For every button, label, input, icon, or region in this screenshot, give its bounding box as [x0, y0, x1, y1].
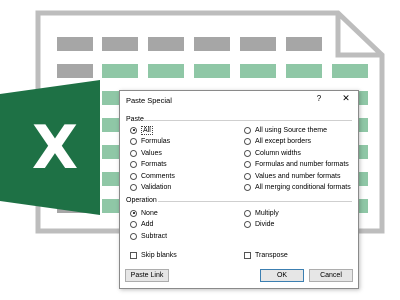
skip-blanks-box[interactable]: [130, 251, 137, 259]
paste-option-label: Comments: [141, 172, 175, 180]
help-button[interactable]: ?: [314, 94, 324, 103]
paste-option-label: All: [141, 125, 153, 135]
spreadsheet-cell: [57, 64, 93, 78]
radio-button[interactable]: [130, 161, 137, 168]
radio-button[interactable]: [244, 161, 251, 168]
spreadsheet-cell: [286, 64, 322, 78]
radio-button[interactable]: [130, 138, 137, 145]
paste-option[interactable]: Validation: [130, 183, 171, 193]
paste-option-label: All using Source theme: [255, 126, 327, 134]
operation-option-label: None: [141, 209, 158, 217]
operation-option-label: Subtract: [141, 232, 168, 240]
operation-option[interactable]: Divide: [244, 220, 274, 230]
ok-button[interactable]: OK: [260, 269, 304, 282]
skip-blanks-checkbox[interactable]: Skip blanks: [130, 250, 177, 260]
paste-option[interactable]: Formats: [130, 160, 167, 170]
radio-button[interactable]: [244, 149, 251, 157]
paste-special-dialog: Paste Special ? ✕ Paste All Formulas Value…: [119, 90, 359, 289]
paste-option-label: All merging conditional formats: [255, 184, 351, 191]
paste-option-label: Values and number formats: [255, 172, 341, 180]
paste-option-label: Column widths: [255, 149, 301, 157]
cancel-button[interactable]: Cancel: [309, 269, 353, 282]
operation-option-label: Add: [141, 221, 154, 228]
dialog-title: Paste Special: [126, 96, 172, 105]
paste-option-label: All except borders: [255, 138, 312, 145]
paste-option[interactable]: All except borders: [244, 137, 311, 147]
operation-option-label: Divide: [255, 221, 275, 228]
paste-option[interactable]: Values: [130, 148, 162, 158]
operation-option-label: Multiply: [255, 209, 279, 217]
spreadsheet-cell: [102, 64, 138, 78]
spreadsheet-cell: [194, 37, 230, 51]
paste-option[interactable]: Formulas and number formats: [244, 160, 349, 170]
radio-button[interactable]: [244, 126, 251, 134]
radio-button[interactable]: [130, 184, 137, 191]
spreadsheet-cell: [240, 64, 276, 78]
operation-option[interactable]: Subtract: [130, 231, 167, 241]
radio-button[interactable]: [130, 209, 137, 217]
paste-option-label: Formats: [141, 161, 167, 168]
paste-option[interactable]: Values and number formats: [244, 171, 340, 181]
operation-section-divider: [158, 201, 352, 202]
operation-option[interactable]: None: [130, 208, 158, 218]
radio-button[interactable]: [130, 221, 137, 228]
radio-button[interactable]: [130, 172, 137, 180]
operation-option[interactable]: Add: [130, 220, 153, 230]
operation-section-label: Operation: [126, 197, 157, 204]
radio-button[interactable]: [244, 221, 251, 228]
spreadsheet-cell: [57, 37, 93, 51]
spreadsheet-cell: [240, 37, 276, 51]
excel-logo: X: [0, 80, 100, 215]
paste-option[interactable]: Column widths: [244, 148, 301, 158]
spreadsheet-cell: [286, 37, 322, 51]
transpose-box[interactable]: [244, 251, 251, 259]
spreadsheet-cell: [102, 37, 138, 51]
excel-logo-letter: X: [31, 112, 79, 183]
radio-button[interactable]: [244, 209, 251, 217]
paste-link-button[interactable]: Paste Link: [125, 269, 169, 282]
paste-section-label: Paste: [126, 116, 144, 123]
paste-option-label: Validation: [141, 184, 172, 191]
spreadsheet-cell: [194, 64, 230, 78]
operation-option[interactable]: Multiply: [244, 208, 279, 218]
spreadsheet-cell: [148, 64, 184, 78]
paste-section-divider: [144, 120, 352, 121]
transpose-checkbox[interactable]: Transpose: [244, 250, 288, 260]
radio-button[interactable]: [244, 184, 251, 191]
transpose-label: Transpose: [255, 251, 288, 259]
paste-option[interactable]: All: [130, 125, 153, 135]
paste-option[interactable]: All using Source theme: [244, 125, 327, 135]
spreadsheet-cell: [332, 64, 368, 78]
paste-option[interactable]: Formulas: [130, 137, 170, 147]
radio-button[interactable]: [130, 126, 137, 134]
paste-option-label: Formulas: [141, 138, 171, 145]
paste-option-label: Values: [141, 149, 162, 157]
paste-option-label: Formulas and number formats: [255, 161, 349, 168]
paste-option[interactable]: All merging conditional formats: [244, 183, 351, 193]
radio-button[interactable]: [130, 149, 137, 157]
paste-option[interactable]: Comments: [130, 171, 175, 181]
spreadsheet-cell: [148, 37, 184, 51]
dialog-titlebar[interactable]: Paste Special ? ✕: [120, 91, 358, 109]
radio-button[interactable]: [244, 172, 251, 180]
close-button[interactable]: ✕: [340, 93, 352, 104]
radio-button[interactable]: [130, 232, 137, 240]
radio-button[interactable]: [244, 138, 251, 145]
skip-blanks-label: Skip blanks: [141, 251, 177, 259]
